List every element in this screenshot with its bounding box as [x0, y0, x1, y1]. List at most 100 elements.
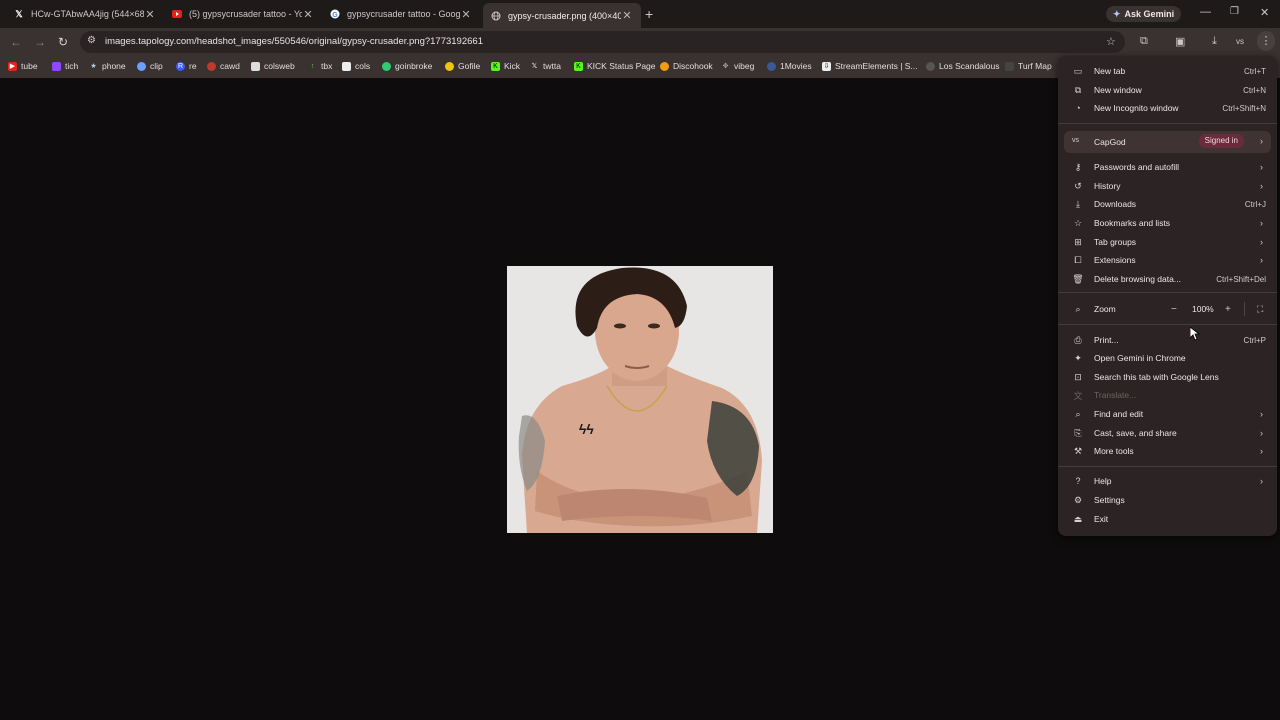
menu-more-tools[interactable]: ⚒ More tools › [1058, 442, 1277, 460]
menu-tab-groups[interactable]: ⊞ Tab groups › [1058, 233, 1277, 251]
extensions-puzzle-icon[interactable]: ⧉ [1140, 35, 1148, 48]
menu-exit[interactable]: ⏏ Exit [1058, 510, 1277, 528]
menu-open-gemini[interactable]: ✦ Open Gemini in Chrome [1058, 349, 1277, 367]
close-tab-icon[interactable]: ✕ [621, 9, 633, 22]
chevron-right-icon: › [1260, 476, 1263, 486]
menu-profile-row[interactable]: vs CapGod Signed in › [1064, 131, 1271, 153]
menu-cast-save-share[interactable]: ⎘ Cast, save, and share › [1058, 424, 1277, 442]
menu-settings[interactable]: ⚙ Settings [1058, 491, 1277, 509]
svg-text:ϟϟ: ϟϟ [579, 421, 594, 437]
bookmark-item[interactable]: Rre [176, 61, 197, 71]
chevron-right-icon: › [1260, 237, 1263, 247]
menu-downloads[interactable]: ⤓ Downloads Ctrl+J [1058, 195, 1277, 213]
los-scandalous-icon [926, 61, 935, 71]
menu-google-lens[interactable]: ⊡ Search this tab with Google Lens [1058, 368, 1277, 386]
key-icon: ⚷ [1074, 161, 1082, 172]
lens-icon: ⊡ [1074, 371, 1082, 382]
menu-new-incognito[interactable]: ◔ New Incognito window Ctrl+Shift+N [1058, 99, 1277, 117]
chevron-right-icon: › [1260, 409, 1263, 419]
profile-name: CapGod [1094, 137, 1126, 147]
turf-map-icon [1005, 61, 1014, 71]
bookmark-item[interactable]: clip [137, 61, 163, 71]
back-arrow-icon[interactable]: ← [10, 35, 22, 49]
menu-passwords[interactable]: ⚷ Passwords and autofill › [1058, 158, 1277, 176]
tab-gypsy-crusader-png[interactable]: gypsy-crusader.png (400×400) ✕ [483, 3, 641, 28]
side-panel-icon[interactable]: ▣ [1175, 35, 1185, 48]
fullscreen-icon[interactable]: ⛶ [1257, 304, 1263, 315]
new-tab-icon: ▭ [1073, 65, 1083, 76]
tab-x-image[interactable]: 𝕏 HCw-GTAbwAA4jig (544×680) ✕ [6, 4, 164, 24]
menu-help[interactable]: ? Help › [1058, 472, 1277, 490]
star-icon: ★ [90, 62, 97, 70]
tab-google[interactable]: G gypsycrusader tattoo - Google ✕ [322, 4, 480, 24]
bookmark-item[interactable]: colsweb [251, 61, 295, 71]
menu-new-window[interactable]: ⧉ New window Ctrl+N [1058, 81, 1277, 99]
bookmark-item[interactable]: cawd [207, 61, 240, 71]
ask-gemini-button[interactable]: ✦ Ask Gemini [1106, 6, 1182, 22]
reload-icon[interactable]: ↻ [58, 35, 68, 49]
menu-bookmarks[interactable]: ☆ Bookmarks and lists › [1058, 214, 1277, 232]
chevron-right-icon: › [1260, 255, 1263, 265]
restore-icon[interactable]: ❐ [1230, 6, 1239, 17]
menu-delete-browsing-data[interactable]: 🗑 Delete browsing data... Ctrl+Shift+Del [1058, 270, 1277, 288]
translate-icon: 文 [1073, 390, 1083, 401]
bookmark-item[interactable]: cols [342, 61, 370, 71]
kick-icon: K [574, 61, 583, 71]
bookmark-item[interactable]: Turf Map [1005, 61, 1052, 71]
headshot-image[interactable]: ϟϟ [507, 266, 773, 533]
bookmark-item[interactable]: K KICK Status Page [574, 61, 656, 71]
menu-print[interactable]: ⎙ Print... Ctrl+P [1058, 331, 1277, 349]
tab-youtube[interactable]: (5) gypsycrusader tattoo - YouT ✕ [164, 4, 322, 24]
close-tab-icon[interactable]: ✕ [460, 8, 472, 21]
svg-text:G: G [332, 12, 338, 19]
youtube-icon: ▶ [8, 61, 17, 71]
menu-extensions[interactable]: ⧠ Extensions › [1058, 251, 1277, 269]
download-icon[interactable]: ⤓ [1212, 35, 1217, 48]
close-tab-icon[interactable]: ✕ [302, 8, 314, 21]
menu-new-tab[interactable]: ▭ New tab Ctrl+T [1058, 62, 1277, 80]
url-text[interactable]: images.tapology.com/headshot_images/5505… [105, 36, 483, 47]
bookmark-item[interactable]: Discohook [660, 61, 713, 71]
address-bar[interactable]: ⚙ images.tapology.com/headshot_images/55… [80, 31, 1125, 53]
bookmark-item[interactable]: ✥ vibeg [721, 61, 755, 71]
close-tab-icon[interactable]: ✕ [144, 8, 156, 21]
bookmark-star-icon[interactable]: ☆ [1106, 35, 1116, 48]
profile-avatar[interactable]: vs [1236, 37, 1244, 46]
zoom-out-button[interactable]: − [1171, 304, 1177, 315]
profile-avatar: vs [1072, 137, 1079, 144]
new-window-icon: ⧉ [1074, 84, 1082, 95]
streamelements-icon: ⇩ [822, 61, 831, 71]
new-tab-plus-icon[interactable]: + [645, 6, 653, 22]
bookmark-item[interactable]: tich [52, 61, 78, 71]
chrome-main-menu: ▭ New tab Ctrl+T ⧉ New window Ctrl+N ◔ N… [1058, 56, 1277, 536]
bookmark-item[interactable]: ★ phone [89, 61, 125, 71]
zoom-in-button[interactable]: + [1225, 304, 1231, 315]
chevron-right-icon: › [1260, 181, 1263, 191]
bookmark-item[interactable]: 𝕏twtta [530, 61, 561, 71]
bookmark-item[interactable]: Los Scandalous [926, 61, 1000, 71]
zoom-level: 100% [1192, 304, 1214, 314]
arrow-up-icon: ↑ [310, 62, 315, 70]
gemini-sparkle-icon: ✦ [1113, 8, 1121, 19]
minimize-icon[interactable]: — [1200, 6, 1211, 18]
bookmark-item[interactable]: K Kick [491, 61, 520, 71]
bookmark-item[interactable]: ↑ tbx [308, 61, 333, 71]
tab-title: gypsy-crusader.png (400×400) [508, 10, 621, 21]
window-close-icon[interactable]: ✕ [1260, 6, 1269, 19]
tab-title: (5) gypsycrusader tattoo - YouT [189, 9, 302, 19]
menu-divider [1058, 324, 1277, 325]
bookmark-item[interactable]: 1Movies [767, 61, 812, 71]
menu-history[interactable]: ↺ History › [1058, 177, 1277, 195]
bookmark-item[interactable]: ▶ tube [8, 61, 38, 71]
bookmark-item[interactable]: goinbroke [382, 61, 432, 71]
menu-find-and-edit[interactable]: ⌕ Find and edit › [1058, 405, 1277, 423]
youtube-icon [172, 9, 182, 19]
chrome-menu-icon[interactable]: ⋮ [1257, 31, 1275, 51]
vibeg-icon: ✥ [722, 62, 729, 70]
goinbroke-icon [382, 61, 391, 71]
bookmark-item[interactable]: ⇩ StreamElements | S... [822, 61, 918, 71]
site-info-icon[interactable]: ⚙ [87, 35, 96, 46]
forward-arrow-icon[interactable]: → [34, 35, 46, 49]
exit-icon: ⏏ [1073, 513, 1083, 524]
bookmark-item[interactable]: Gofile [445, 61, 480, 71]
